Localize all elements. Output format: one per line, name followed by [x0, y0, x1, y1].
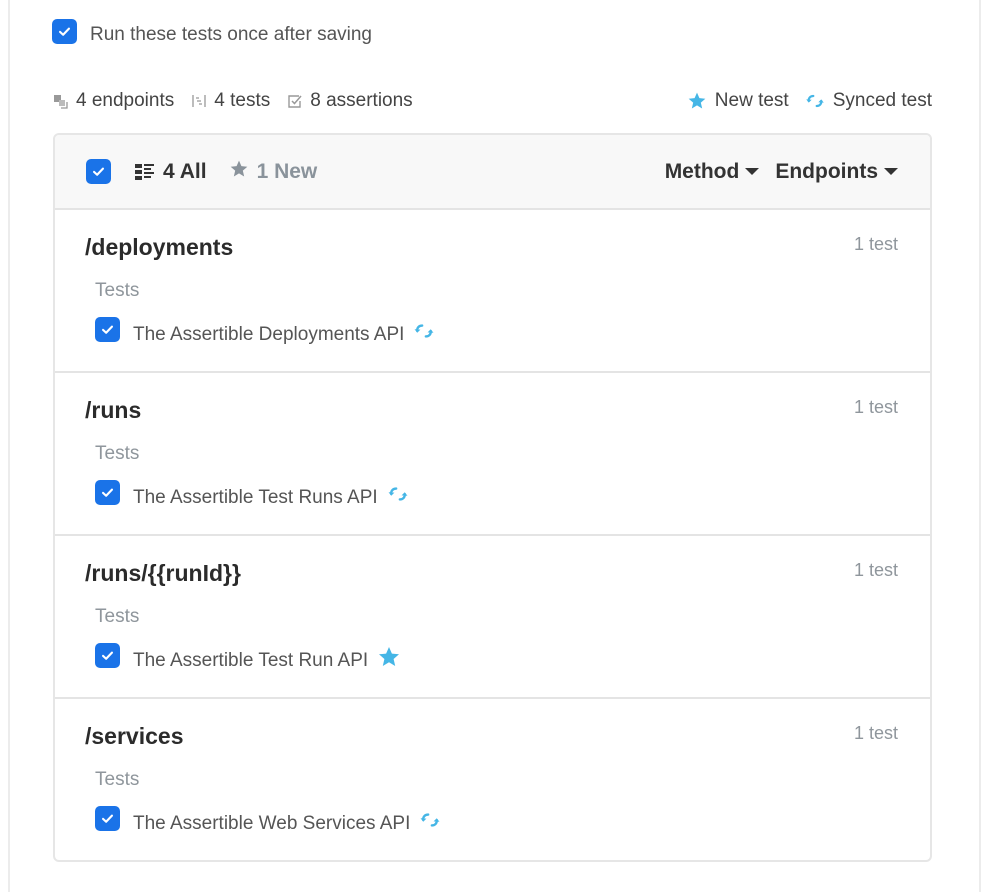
legend-synced-label: Synced test — [832, 90, 932, 111]
filter-bar: 4 All 1 New Method Endpoints — [55, 135, 930, 210]
test-name: The Assertible Test Runs API — [133, 486, 378, 508]
sync-icon — [387, 485, 409, 503]
legend-synced-test: Synced test — [805, 90, 932, 112]
tests-section-label: Tests — [95, 769, 140, 790]
endpoint-path: /deployments — [85, 234, 234, 260]
test-checkbox[interactable] — [95, 480, 120, 505]
stats-row: 4 endpoints 4 tests 8 assertions New tes… — [52, 88, 932, 114]
test-name: The Assertible Test Run API — [133, 649, 369, 671]
sync-icon — [413, 322, 435, 340]
endpoints-dropdown-label: Endpoints — [775, 159, 878, 183]
test-checkbox[interactable] — [95, 806, 120, 831]
legend: New test Synced test — [671, 90, 932, 112]
check-icon — [101, 325, 114, 334]
sync-icon — [805, 92, 825, 110]
endpoints-card: 4 All 1 New Method Endpoints /deployment… — [53, 133, 932, 862]
test-checkbox[interactable] — [95, 643, 120, 668]
check-icon — [101, 814, 114, 823]
star-icon — [377, 645, 401, 669]
test-name: The Assertible Web Services API — [133, 812, 411, 834]
list-icon — [135, 163, 155, 181]
test-name: The Assertible Deployments API — [133, 323, 405, 345]
check-icon — [58, 27, 71, 36]
test-checkbox[interactable] — [95, 317, 120, 342]
stat-tests: 4 tests — [190, 90, 270, 112]
check-icon — [92, 167, 105, 176]
stat-tests-label: 4 tests — [214, 90, 271, 111]
endpoint-path: /runs/{{runId}} — [85, 560, 241, 586]
endpoint-path: /services — [85, 723, 184, 749]
sync-icon — [419, 811, 441, 829]
test-item: The Assertible Web Services API — [95, 806, 441, 834]
endpoint-test-count: 1 test — [853, 397, 898, 417]
tab-all-label: 4 All — [163, 159, 207, 183]
tests-section-label: Tests — [95, 280, 140, 301]
endpoint-list: /deployments 1 test Tests The Assertible… — [55, 210, 930, 860]
caret-down-icon — [745, 168, 760, 175]
endpoint-row: /runs 1 test Tests The Assertible Test R… — [55, 373, 930, 536]
star-icon — [229, 159, 249, 185]
legend-new-test: New test — [687, 90, 789, 112]
test-item: The Assertible Deployments API — [95, 317, 435, 345]
stat-endpoints: 4 endpoints — [52, 90, 174, 112]
select-all-checkbox[interactable] — [86, 159, 111, 184]
method-dropdown-label: Method — [664, 159, 740, 183]
run-after-save-row: Run these tests once after saving — [52, 19, 372, 45]
check-icon — [101, 651, 114, 660]
test-item: The Assertible Test Runs API — [95, 480, 409, 508]
assertions-icon — [286, 92, 304, 110]
endpoint-row: /runs/{{runId}} 1 test Tests The Asserti… — [55, 536, 930, 699]
filter-dropdowns: Method Endpoints — [649, 160, 898, 184]
tests-section-label: Tests — [95, 606, 140, 627]
stat-assertions-label: 8 assertions — [310, 90, 413, 111]
caret-down-icon — [884, 168, 898, 175]
endpoint-row: /services 1 test Tests The Assertible We… — [55, 699, 930, 860]
stat-endpoints-label: 4 endpoints — [76, 90, 175, 111]
endpoints-icon — [52, 92, 70, 110]
endpoint-test-count: 1 test — [853, 234, 898, 254]
endpoints-dropdown[interactable]: Endpoints — [775, 160, 898, 184]
endpoint-row: /deployments 1 test Tests The Assertible… — [55, 210, 930, 373]
star-icon — [687, 91, 707, 111]
run-after-save-label: Run these tests once after saving — [90, 23, 372, 45]
tests-icon — [190, 92, 208, 110]
check-icon — [101, 488, 114, 497]
endpoint-test-count: 1 test — [853, 723, 898, 743]
endpoint-test-count: 1 test — [853, 560, 898, 580]
run-after-save-checkbox[interactable] — [52, 19, 77, 44]
tab-new-label: 1 New — [256, 159, 318, 183]
stat-assertions: 8 assertions — [286, 90, 413, 112]
tests-section-label: Tests — [95, 443, 140, 464]
endpoint-path: /runs — [85, 397, 142, 423]
legend-new-label: New test — [714, 90, 789, 111]
tab-all[interactable]: 4 All — [135, 160, 207, 184]
test-item: The Assertible Test Run API — [95, 643, 401, 671]
method-dropdown[interactable]: Method — [665, 160, 760, 184]
tab-new[interactable]: 1 New — [229, 159, 318, 185]
